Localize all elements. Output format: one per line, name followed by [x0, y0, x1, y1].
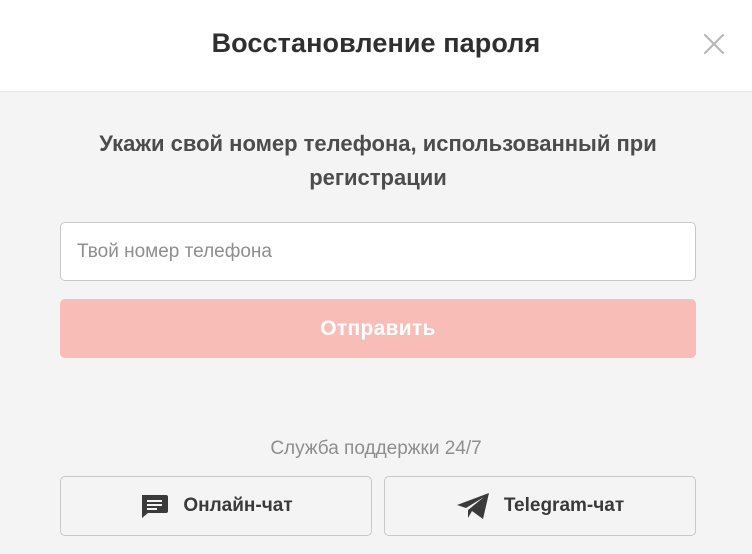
chat-icon — [139, 493, 169, 519]
close-icon — [703, 33, 725, 55]
close-button[interactable] — [698, 28, 730, 60]
online-chat-button[interactable]: Онлайн-чат — [60, 476, 372, 536]
online-chat-label: Онлайн-чат — [183, 495, 293, 516]
support-label: Служба поддержки 24/7 — [270, 438, 482, 459]
phone-input[interactable] — [60, 222, 696, 281]
password-recovery-modal: Восстановление пароля Укажи свой номер т… — [0, 0, 752, 554]
telegram-chat-label: Telegram-чат — [503, 495, 625, 516]
telegram-chat-button[interactable]: Telegram-чат — [384, 476, 696, 536]
telegram-icon — [456, 492, 490, 520]
submit-button[interactable]: Отправить — [60, 299, 696, 358]
modal-header: Восстановление пароля — [0, 0, 752, 92]
modal-title: Восстановление пароля — [211, 28, 541, 58]
instruction-text: Укажи свой номер телефона, использованны… — [99, 131, 657, 190]
